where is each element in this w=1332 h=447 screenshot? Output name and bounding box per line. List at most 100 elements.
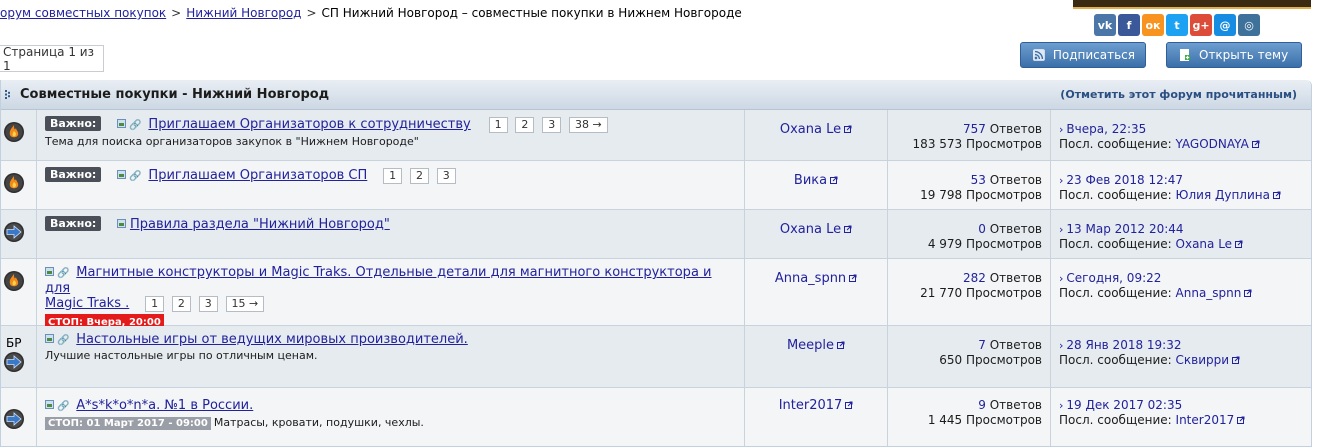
topic-title-link[interactable]: Приглашаем Организаторов СП bbox=[148, 168, 367, 183]
mail-icon[interactable]: @ bbox=[1214, 14, 1236, 36]
last-post-label: Посл. сообщение: bbox=[1059, 137, 1172, 151]
last-post-author[interactable]: Inter2017 bbox=[1176, 413, 1235, 427]
page-scrollbar[interactable] bbox=[1320, 70, 1332, 447]
topic-description: Тема для поиска организаторов закупок в … bbox=[45, 135, 419, 148]
hot-topic-icon[interactable] bbox=[3, 121, 25, 143]
last-post-author[interactable]: Юлия Дуплина bbox=[1176, 188, 1270, 202]
external-link-icon[interactable] bbox=[1251, 140, 1260, 148]
attachment-icon: 🔗 bbox=[129, 171, 142, 182]
google-plus-icon[interactable]: g+ bbox=[1190, 14, 1212, 36]
replies-count[interactable]: 53 bbox=[971, 173, 986, 187]
external-link-icon[interactable] bbox=[1235, 240, 1243, 248]
last-post-date[interactable]: 19 Дек 2017 02:35 bbox=[1066, 398, 1182, 412]
arrow-right-topic-icon[interactable] bbox=[3, 351, 25, 373]
arrow-right-topic-icon[interactable] bbox=[3, 221, 25, 243]
replies-count[interactable]: 0 bbox=[978, 222, 986, 236]
important-badge: Важно: bbox=[45, 216, 102, 231]
replies-count[interactable]: 7 bbox=[978, 338, 986, 352]
last-post-author[interactable]: YAGODNAYA bbox=[1176, 137, 1249, 151]
page-link-last[interactable]: 38 → bbox=[569, 117, 608, 133]
topic-title-link[interactable]: Настольные игры от ведущих мировых произ… bbox=[76, 332, 468, 347]
last-post-label: Посл. сообщение: bbox=[1059, 413, 1172, 427]
topic-description: Лучшие настольные игры по отличным ценам… bbox=[45, 349, 318, 362]
last-post-date[interactable]: Сегодня, 09:22 bbox=[1066, 271, 1161, 285]
last-post-author[interactable]: Anna_spnn bbox=[1176, 286, 1242, 300]
breadcrumb-separator: > bbox=[306, 6, 317, 20]
twitter-icon[interactable]: t bbox=[1166, 14, 1188, 36]
external-link-icon[interactable] bbox=[844, 125, 852, 133]
replies-label: Ответов bbox=[989, 173, 1042, 187]
topic-title-link[interactable]: А*s*k*o*n*а. №1 в России. bbox=[76, 398, 253, 413]
topic-title-link[interactable]: Магнитные конструкторы и Magic Traks. От… bbox=[45, 265, 712, 296]
mark-forum-read-link[interactable]: (Отметить этот форум прочитанным) bbox=[1060, 88, 1297, 101]
odnoklassniki-icon[interactable]: ок bbox=[1142, 14, 1164, 36]
page-link-last[interactable]: 15 → bbox=[225, 296, 265, 312]
replies-count[interactable]: 282 bbox=[963, 271, 986, 285]
subscribe-button[interactable]: Подписаться bbox=[1020, 42, 1146, 68]
important-badge: Важно: bbox=[45, 167, 102, 182]
replies-count[interactable]: 757 bbox=[963, 122, 986, 136]
forum-title: Совместные покупки - Нижний Новгород bbox=[5, 87, 329, 102]
page-link-2[interactable]: 2 bbox=[515, 117, 535, 133]
page-link-2[interactable]: 2 bbox=[171, 296, 191, 312]
page-link-3[interactable]: 3 bbox=[542, 117, 562, 133]
replies-label: Ответов bbox=[989, 122, 1042, 136]
chevron-right-icon: › bbox=[1059, 123, 1064, 136]
last-post-label: Посл. сообщение: bbox=[1059, 286, 1172, 300]
external-link-icon[interactable] bbox=[1244, 289, 1252, 297]
last-post-date[interactable]: 28 Янв 2018 19:32 bbox=[1066, 338, 1181, 352]
last-post-date[interactable]: 23 Фев 2018 12:47 bbox=[1066, 173, 1183, 187]
external-link-icon[interactable] bbox=[849, 274, 857, 282]
attachment-icon: 🔗 bbox=[57, 268, 70, 279]
chevron-right-icon: › bbox=[1059, 339, 1064, 352]
topic-prefix: БР bbox=[6, 336, 22, 350]
page-link-1[interactable]: 1 bbox=[145, 296, 165, 312]
views-label: Просмотров bbox=[966, 413, 1042, 427]
facebook-icon[interactable]: f bbox=[1118, 14, 1140, 36]
topic-author-link[interactable]: Anna_spnn bbox=[775, 271, 846, 286]
page-link-3[interactable]: 3 bbox=[198, 296, 218, 312]
last-post-author[interactable]: Сквирри bbox=[1176, 353, 1230, 367]
page-link-1[interactable]: 1 bbox=[488, 117, 508, 133]
external-link-icon[interactable] bbox=[844, 225, 852, 233]
external-link-icon[interactable] bbox=[1272, 191, 1281, 199]
stop-deadline-badge: СТОП: 01 Март 2017 - 09:00 bbox=[45, 417, 211, 430]
replies-label: Ответов bbox=[989, 338, 1042, 352]
replies-label: Ответов bbox=[989, 271, 1042, 285]
views-count: 1 445 bbox=[927, 413, 963, 427]
topic-author-link[interactable]: Meeple bbox=[787, 338, 834, 353]
last-post-author[interactable]: Oxana Le bbox=[1176, 237, 1233, 251]
external-link-icon[interactable] bbox=[830, 176, 838, 184]
page-link-3[interactable]: 3 bbox=[436, 168, 456, 184]
external-link-icon[interactable] bbox=[1237, 416, 1245, 424]
topic-author-link[interactable]: Вика bbox=[794, 173, 827, 188]
topic-title-link[interactable]: Правила раздела "Нижний Новгород" bbox=[130, 217, 390, 232]
hot-topic-icon[interactable] bbox=[3, 270, 25, 292]
arrow-right-topic-icon[interactable] bbox=[3, 408, 25, 430]
topic-author-link[interactable]: Oxana Le bbox=[780, 122, 841, 137]
page-link-2[interactable]: 2 bbox=[409, 168, 429, 184]
instagram-icon[interactable]: ◎ bbox=[1238, 14, 1260, 36]
topic-title-link-continued[interactable]: Magic Traks . bbox=[45, 296, 129, 311]
breadcrumb-link-city[interactable]: Нижний Новгород bbox=[186, 6, 301, 20]
external-link-icon[interactable] bbox=[837, 341, 845, 349]
external-link-icon[interactable] bbox=[1232, 356, 1240, 364]
topic-title-link[interactable]: Приглашаем Организаторов к сотрудничеств… bbox=[148, 117, 470, 132]
chevron-right-icon: › bbox=[1059, 272, 1064, 285]
external-link-icon[interactable] bbox=[845, 401, 853, 409]
hot-topic-icon[interactable] bbox=[3, 172, 25, 194]
views-label: Просмотров bbox=[966, 286, 1042, 300]
topic-author-link[interactable]: Inter2017 bbox=[779, 398, 843, 413]
forum-bullet-icon bbox=[5, 90, 10, 99]
last-post-date[interactable]: 13 Мар 2012 20:44 bbox=[1066, 222, 1183, 236]
page-indicator[interactable]: Страница 1 из 1 bbox=[0, 45, 104, 73]
breadcrumb-separator: > bbox=[171, 6, 182, 20]
topic-author-link[interactable]: Oxana Le bbox=[780, 222, 841, 237]
new-topic-button[interactable]: Открыть тему bbox=[1166, 42, 1302, 68]
last-post-date[interactable]: Вчера, 22:35 bbox=[1066, 122, 1146, 136]
page-link-1[interactable]: 1 bbox=[383, 168, 403, 184]
replies-count[interactable]: 9 bbox=[978, 398, 986, 412]
vk-icon[interactable]: vk bbox=[1094, 14, 1116, 36]
site-logo-banner[interactable] bbox=[1073, 0, 1311, 9]
breadcrumb-link-forum[interactable]: орум совместных покупок bbox=[0, 6, 166, 20]
